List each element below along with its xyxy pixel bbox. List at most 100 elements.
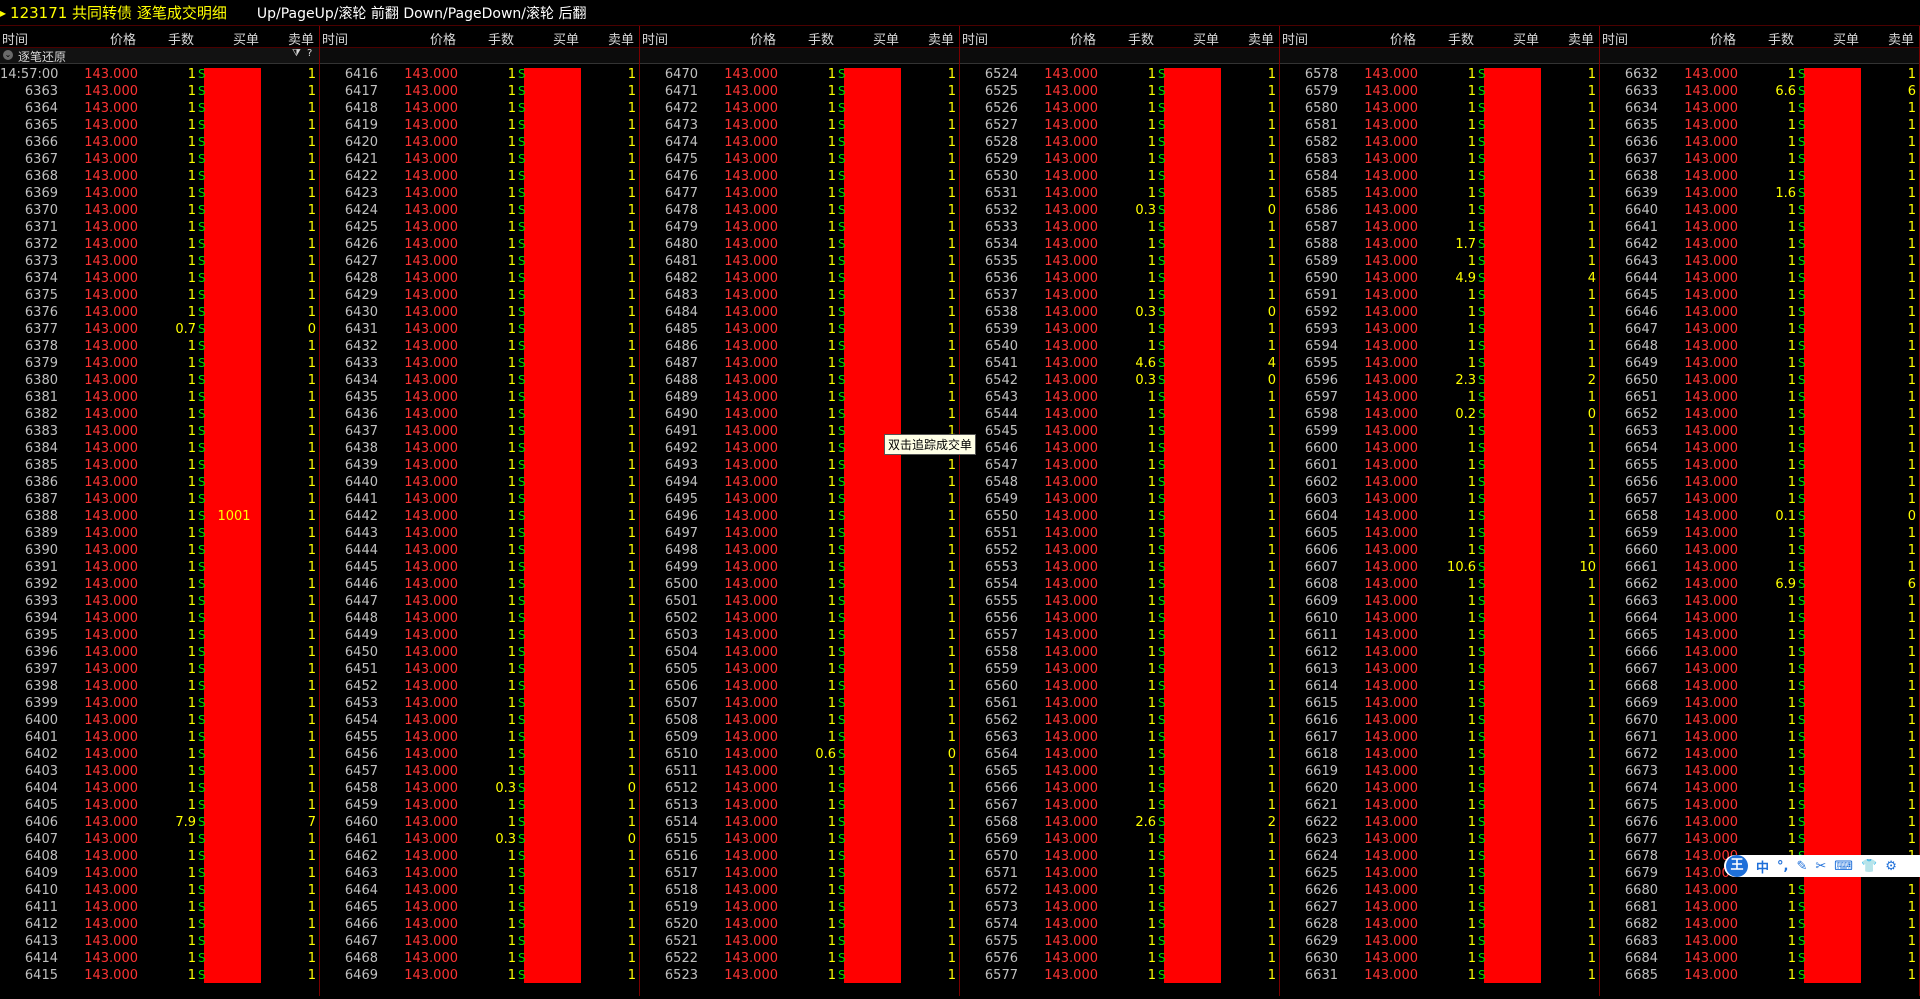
table-row[interactable]: 6587 143.000 1 S 1 [1280,220,1599,237]
table-row[interactable]: 6409 143.000 1 S 1 [0,866,319,883]
table-row[interactable]: 6554 143.000 1 S 1 [960,577,1279,594]
table-row[interactable]: 6421 143.000 1 S 1 [320,152,639,169]
table-row[interactable]: 6574 143.000 1 S 1 [960,917,1279,934]
table-row[interactable]: 6456 143.000 1 S 1 [320,747,639,764]
table-row[interactable]: 6560 143.000 1 S 1 [960,679,1279,696]
table-row[interactable]: 6597 143.000 1 S 1 [1280,390,1599,407]
table-row[interactable]: 6497 143.000 1 S 1 [640,526,959,543]
table-row[interactable]: 6386 143.000 1 S 1 [0,475,319,492]
table-row[interactable]: 6499 143.000 1 S 1 [640,560,959,577]
table-row[interactable]: 6628 143.000 1 S 1 [1280,917,1599,934]
table-row[interactable]: 6453 143.000 1 S 1 [320,696,639,713]
table-row[interactable]: 6376 143.000 1 S 1 [0,305,319,322]
table-row[interactable]: 6598 143.000 0.2 S 0 [1280,407,1599,424]
table-row[interactable]: 6402 143.000 1 S 1 [0,747,319,764]
table-row[interactable]: 6485 143.000 1 S 1 [640,322,959,339]
table-row[interactable]: 6439 143.000 1 S 1 [320,458,639,475]
table-row[interactable]: 6664 143.000 1 S 1 [1600,611,1919,628]
table-row[interactable]: 6381 143.000 1 S 1 [0,390,319,407]
table-row[interactable]: 6363 143.000 1 S 1 [0,84,319,101]
table-row[interactable]: 6450 143.000 1 S 1 [320,645,639,662]
table-row[interactable]: 6414 143.000 1 S 1 [0,951,319,968]
table-row[interactable]: 6393 143.000 1 S 1 [0,594,319,611]
filter-icon[interactable]: ⧩ [292,48,301,59]
table-row[interactable]: 6638 143.000 1 S 1 [1600,169,1919,186]
table-row[interactable]: 6490 143.000 1 S 1 [640,407,959,424]
table-row[interactable]: 6623 143.000 1 S 1 [1280,832,1599,849]
table-row[interactable]: 6589 143.000 1 S 1 [1280,254,1599,271]
table-row[interactable]: 6501 143.000 1 S 1 [640,594,959,611]
table-row[interactable]: 6578 143.000 1 S 1 [1280,67,1599,84]
ime-skin-icon[interactable]: 👕 [1861,859,1877,874]
header-volume[interactable]: 手数 [168,29,194,48]
table-row[interactable]: 6644 143.000 1 S 1 [1600,271,1919,288]
table-row[interactable]: 6452 143.000 1 S 1 [320,679,639,696]
table-row[interactable]: 6675 143.000 1 S 1 [1600,798,1919,815]
table-row[interactable]: 6375 143.000 1 S 1 [0,288,319,305]
table-row[interactable]: 6372 143.000 1 S 1 [0,237,319,254]
table-row[interactable]: 6585 143.000 1 S 1 [1280,186,1599,203]
header-buy-order[interactable]: 买单 [553,29,579,48]
table-row[interactable]: 6640 143.000 1 S 1 [1600,203,1919,220]
table-row[interactable]: 6542 143.000 0.3 S 0 [960,373,1279,390]
table-row[interactable]: 6407 143.000 1 S 1 [0,832,319,849]
table-row[interactable]: 6548 143.000 1 S 1 [960,475,1279,492]
table-row[interactable]: 6382 143.000 1 S 1 [0,407,319,424]
table-row[interactable]: 6495 143.000 1 S 1 [640,492,959,509]
table-row[interactable]: 6458 143.000 0.3 S 0 [320,781,639,798]
table-row[interactable]: 6586 143.000 1 S 1 [1280,203,1599,220]
table-row[interactable]: 6659 143.000 1 S 1 [1600,526,1919,543]
table-row[interactable]: 6365 143.000 1 S 1 [0,118,319,135]
table-row[interactable]: 6413 143.000 1 S 1 [0,934,319,951]
table-row[interactable]: 6568 143.000 2.6 S 2 [960,815,1279,832]
header-price[interactable]: 价格 [750,29,776,48]
table-row[interactable]: 6480 143.000 1 S 1 [640,237,959,254]
table-row[interactable]: 6531 143.000 1 S 1 [960,186,1279,203]
table-row[interactable]: 6395 143.000 1 S 1 [0,628,319,645]
table-row[interactable]: 6534 143.000 1 S 1 [960,237,1279,254]
table-row[interactable]: 6654 143.000 1 S 1 [1600,441,1919,458]
table-row[interactable]: 6518 143.000 1 S 1 [640,883,959,900]
header-buy-order[interactable]: 买单 [233,29,259,48]
table-row[interactable]: 6577 143.000 1 S 1 [960,968,1279,985]
table-row[interactable]: 6672 143.000 1 S 1 [1600,747,1919,764]
table-row[interactable]: 6478 143.000 1 S 1 [640,203,959,220]
header-price[interactable]: 价格 [110,29,136,48]
header-price[interactable]: 价格 [1390,29,1416,48]
table-row[interactable]: 6590 143.000 4.9 S 4 [1280,271,1599,288]
tick-column-3[interactable]: 时间 价格 手数 买单 卖单 6470 143.000 1 S 1 6471 143.000 1 S 1 64… [640,26,960,996]
table-row[interactable]: 6378 143.000 1 S 1 [0,339,319,356]
table-row[interactable]: 6369 143.000 1 S 1 [0,186,319,203]
table-row[interactable]: 6416 143.000 1 S 1 [320,67,639,84]
table-row[interactable]: 6556 143.000 1 S 1 [960,611,1279,628]
table-row[interactable]: 6420 143.000 1 S 1 [320,135,639,152]
table-row[interactable]: 6434 143.000 1 S 1 [320,373,639,390]
table-row[interactable]: 6580 143.000 1 S 1 [1280,101,1599,118]
table-row[interactable]: 6566 143.000 1 S 1 [960,781,1279,798]
table-row[interactable]: 6539 143.000 1 S 1 [960,322,1279,339]
table-row[interactable]: 6541 143.000 4.6 S 4 [960,356,1279,373]
table-row[interactable]: 6682 143.000 1 S 1 [1600,917,1919,934]
table-row[interactable]: 6579 143.000 1 S 1 [1280,84,1599,101]
table-row[interactable]: 6526 143.000 1 S 1 [960,101,1279,118]
table-row[interactable]: 6507 143.000 1 S 1 [640,696,959,713]
table-row[interactable]: 6645 143.000 1 S 1 [1600,288,1919,305]
table-row[interactable]: 6380 143.000 1 S 1 [0,373,319,390]
header-buy-order[interactable]: 买单 [1833,29,1859,48]
table-row[interactable]: 6428 143.000 1 S 1 [320,271,639,288]
header-buy-order[interactable]: 买单 [873,29,899,48]
table-row[interactable]: 6488 143.000 1 S 1 [640,373,959,390]
header-sell-order[interactable]: 卖单 [288,29,314,48]
table-row[interactable]: 6643 143.000 1 S 1 [1600,254,1919,271]
header-time[interactable]: 时间 [1602,29,1628,48]
table-row[interactable]: 6674 143.000 1 S 1 [1600,781,1919,798]
table-row[interactable]: 6620 143.000 1 S 1 [1280,781,1599,798]
table-row[interactable]: 6614 143.000 1 S 1 [1280,679,1599,696]
table-row[interactable]: 6401 143.000 1 S 1 [0,730,319,747]
table-row[interactable]: 6656 143.000 1 S 1 [1600,475,1919,492]
table-row[interactable]: 6473 143.000 1 S 1 [640,118,959,135]
table-row[interactable]: 6653 143.000 1 S 1 [1600,424,1919,441]
table-row[interactable]: 6400 143.000 1 S 1 [0,713,319,730]
tick-column-5[interactable]: 时间 价格 手数 买单 卖单 6578 143.000 1 S 1 6579 143.000 1 S 1 65… [1280,26,1600,996]
table-row[interactable]: 6515 143.000 1 S 1 [640,832,959,849]
